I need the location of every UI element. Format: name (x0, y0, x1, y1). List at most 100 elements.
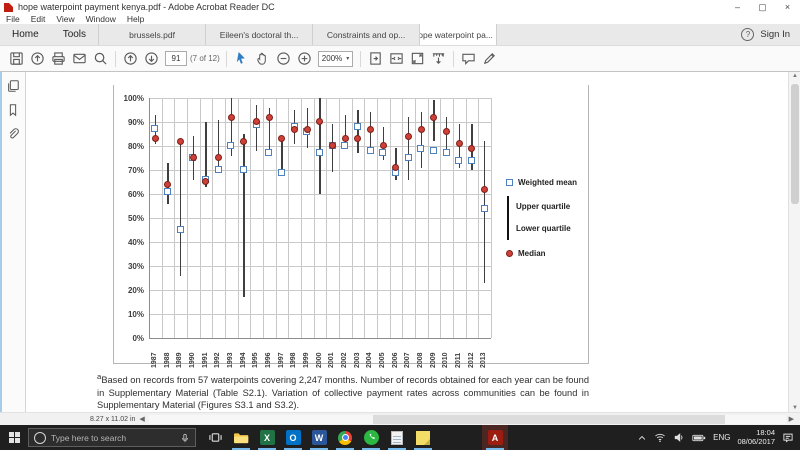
share-icon[interactable] (27, 50, 48, 68)
zoom-in-icon[interactable] (294, 50, 315, 68)
median-marker (506, 250, 513, 257)
horizontal-scroll-thumb[interactable] (373, 415, 725, 424)
menu-help[interactable]: Help (127, 14, 144, 24)
volume-icon[interactable] (673, 432, 685, 443)
quartile-range-bar (357, 110, 358, 153)
scroll-down-icon[interactable]: ▼ (789, 405, 800, 411)
search-icon[interactable] (90, 50, 111, 68)
menu-window[interactable]: Window (86, 14, 116, 24)
close-button[interactable]: × (775, 0, 800, 14)
tab-bar: Home Tools brussels.pdf Eileen's doctora… (0, 24, 800, 46)
taskbar-apps: XOW A (202, 425, 508, 450)
scrolling-mode-icon[interactable] (428, 50, 449, 68)
legend-item-quartiles: Upper quartile Lower quartile (506, 196, 577, 240)
language-indicator[interactable]: ENG (713, 433, 730, 442)
excel-taskbar-icon[interactable]: X (254, 425, 280, 450)
battery-icon[interactable] (692, 433, 706, 443)
notepad-taskbar-icon[interactable] (384, 425, 410, 450)
sign-in-button[interactable]: Sign In (760, 29, 790, 40)
median-point (456, 140, 463, 147)
x-axis-tick-label: 1999 (303, 342, 311, 368)
comment-icon[interactable] (458, 50, 479, 68)
page-thumbnails-icon[interactable] (2, 76, 24, 96)
menu-view[interactable]: View (56, 14, 74, 24)
full-screen-icon[interactable] (407, 50, 428, 68)
attachments-icon[interactable] (2, 124, 24, 144)
fit-width-icon[interactable] (386, 50, 407, 68)
tray-date: 08/06/2017 (737, 438, 775, 447)
tab-doc-active[interactable]: hope waterpoint pa... × (419, 24, 497, 45)
print-icon[interactable] (48, 50, 69, 68)
search-placeholder: Type here to search (51, 433, 175, 443)
horizontal-scrollbar[interactable] (149, 415, 786, 424)
clock[interactable]: 18:04 08/06/2017 (737, 429, 775, 446)
zoom-out-icon[interactable] (273, 50, 294, 68)
sticky-notes-taskbar-icon[interactable] (410, 425, 436, 450)
gridline-v (466, 98, 467, 338)
save-icon[interactable] (6, 50, 27, 68)
hand-tool-icon[interactable] (252, 50, 273, 68)
pdf-page[interactable]: Weighted mean Upper quartile Lower quart… (26, 72, 788, 412)
previous-page-icon[interactable] (120, 50, 141, 68)
median-point (405, 133, 412, 140)
scroll-right-icon[interactable]: ▶ (789, 415, 794, 423)
zoom-level-select[interactable]: 200% ▾ (318, 51, 353, 67)
tab-doc-constraints[interactable]: Constraints and op... (312, 24, 419, 45)
wifi-icon[interactable] (654, 432, 666, 443)
weighted-mean-point (227, 142, 234, 149)
page-number-input[interactable] (165, 51, 187, 66)
tab-tools[interactable]: Tools (51, 24, 98, 45)
menu-file[interactable]: File (6, 14, 20, 24)
highlight-pen-icon[interactable] (479, 50, 500, 68)
vertical-scrollbar[interactable]: ▲ ▼ (788, 72, 800, 412)
scroll-up-icon[interactable]: ▲ (789, 73, 800, 79)
weighted-mean-point (151, 125, 158, 132)
select-tool-icon[interactable] (231, 50, 252, 68)
email-icon[interactable] (69, 50, 90, 68)
tab-home[interactable]: Home (0, 24, 51, 45)
menu-edit[interactable]: Edit (31, 14, 46, 24)
x-axis-tick-label: 2011 (455, 342, 463, 368)
acrobat-reader-taskbar-icon[interactable]: A (482, 425, 508, 450)
legend-item-median: Median (506, 249, 577, 258)
median-point (164, 181, 171, 188)
file-explorer-taskbar-icon[interactable] (228, 425, 254, 450)
outlook-taskbar-icon[interactable]: O (280, 425, 306, 450)
bookmarks-icon[interactable] (2, 100, 24, 120)
weighted-mean-marker (506, 179, 513, 186)
task-view-taskbar-icon[interactable] (202, 425, 228, 450)
weighted-mean-point (215, 166, 222, 173)
taskbar-search[interactable]: Type here to search (28, 428, 196, 447)
minimize-button[interactable]: – (725, 0, 750, 14)
x-axis-tick-label: 2005 (379, 342, 387, 368)
acrobat-app-icon (4, 3, 13, 12)
tray-expand-icon[interactable] (637, 433, 647, 443)
page-size-label: 8.27 x 11.02 in (90, 416, 135, 423)
median-point (228, 114, 235, 121)
microphone-icon[interactable] (180, 432, 190, 444)
y-axis-tick-label: 60% (116, 190, 144, 199)
y-axis-tick-label: 100% (116, 94, 144, 103)
vertical-scroll-thumb[interactable] (791, 84, 799, 204)
x-axis-tick-label: 2012 (468, 342, 476, 368)
median-point (367, 126, 374, 133)
weighted-mean-point (164, 188, 171, 195)
y-axis-tick-label: 20% (116, 286, 144, 295)
x-axis-tick-label: 1991 (202, 342, 210, 368)
document-window: ◀ Weighted mean Upper quartile Lower qua… (0, 72, 800, 412)
tab-doc-brussels[interactable]: brussels.pdf (98, 24, 205, 45)
quartile-range-bar (408, 117, 409, 179)
chrome-taskbar-icon[interactable] (332, 425, 358, 450)
scroll-left-icon[interactable]: ◀ (139, 415, 144, 423)
maximize-button[interactable]: ▢ (750, 0, 775, 14)
median-point (177, 138, 184, 145)
action-center-icon[interactable] (782, 432, 794, 443)
next-page-icon[interactable] (141, 50, 162, 68)
start-button[interactable] (0, 425, 28, 450)
whatsapp-taskbar-icon[interactable] (358, 425, 384, 450)
tab-doc-eileen[interactable]: Eileen's doctoral th... (205, 24, 312, 45)
fit-page-icon[interactable] (365, 50, 386, 68)
x-axis-tick-label: 1994 (240, 342, 248, 368)
help-icon[interactable]: ? (741, 28, 754, 41)
word-taskbar-icon[interactable]: W (306, 425, 332, 450)
